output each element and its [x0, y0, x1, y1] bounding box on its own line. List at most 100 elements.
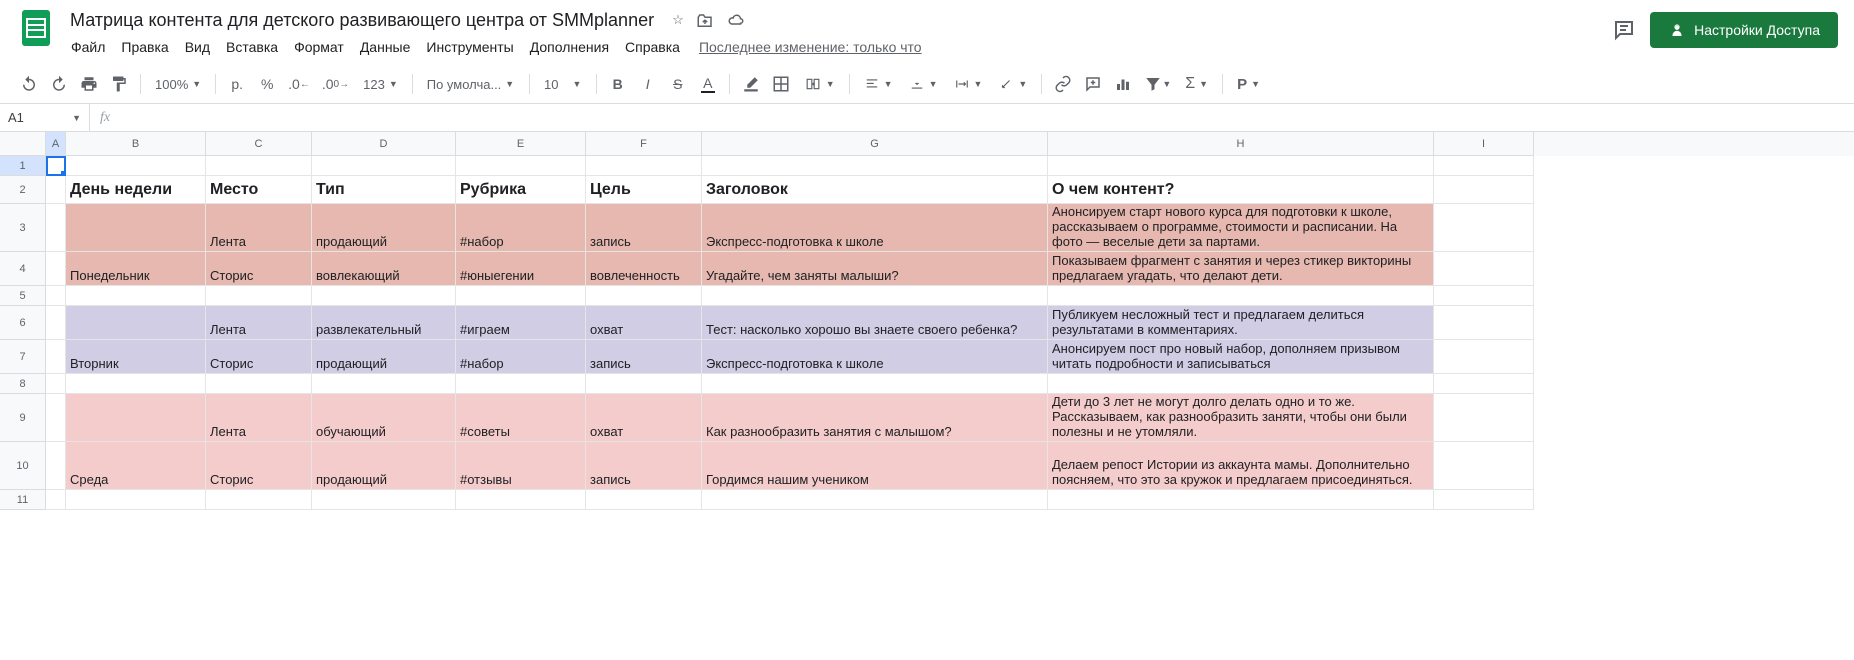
menu-вид[interactable]: Вид	[178, 35, 217, 59]
borders-button[interactable]	[768, 71, 794, 97]
cell-I4[interactable]	[1434, 252, 1534, 286]
move-icon[interactable]	[696, 12, 714, 30]
formula-bar[interactable]	[120, 104, 1854, 131]
cell-F8[interactable]	[586, 374, 702, 394]
share-button[interactable]: Настройки Доступа	[1650, 12, 1838, 48]
cell-I11[interactable]	[1434, 490, 1534, 510]
row-header-6[interactable]: 6	[0, 306, 46, 340]
cell-E4[interactable]: #юныегении	[456, 252, 586, 286]
cell-G2[interactable]: Заголовок	[702, 176, 1048, 204]
cell-D6[interactable]: развлекательный	[312, 306, 456, 340]
cell-G10[interactable]: Гордимся нашим учеником	[702, 442, 1048, 490]
row-header-7[interactable]: 7	[0, 340, 46, 374]
col-header-G[interactable]: G	[702, 132, 1048, 156]
cell-A11[interactable]	[46, 490, 66, 510]
link-button[interactable]	[1050, 71, 1076, 97]
row-header-8[interactable]: 8	[0, 374, 46, 394]
cloud-icon[interactable]	[726, 12, 746, 30]
cell-C5[interactable]	[206, 286, 312, 306]
cell-B9[interactable]	[66, 394, 206, 442]
cell-G4[interactable]: Угадайте, чем заняты малыши?	[702, 252, 1048, 286]
print-button[interactable]	[76, 71, 102, 97]
cell-G1[interactable]	[702, 156, 1048, 176]
cell-I10[interactable]	[1434, 442, 1534, 490]
cell-A10[interactable]	[46, 442, 66, 490]
font-select[interactable]: По умолча...▼	[421, 71, 521, 97]
cell-E2[interactable]: Рубрика	[456, 176, 586, 204]
cell-F7[interactable]: запись	[586, 340, 702, 374]
menu-правка[interactable]: Правка	[114, 35, 175, 59]
cell-G6[interactable]: Тест: насколько хорошо вы знаете своего …	[702, 306, 1048, 340]
cell-C10[interactable]: Сторис	[206, 442, 312, 490]
name-box[interactable]: A1▼	[0, 104, 90, 131]
cell-H6[interactable]: Публикуем несложный тест и предлагаем де…	[1048, 306, 1434, 340]
cell-D5[interactable]	[312, 286, 456, 306]
fill-color-button[interactable]	[738, 71, 764, 97]
menu-справка[interactable]: Справка	[618, 35, 687, 59]
cell-D8[interactable]	[312, 374, 456, 394]
cell-D9[interactable]: обучающий	[312, 394, 456, 442]
comment-button[interactable]	[1080, 71, 1106, 97]
merge-button[interactable]: ▼	[798, 71, 841, 97]
menu-файл[interactable]: Файл	[64, 35, 112, 59]
zoom-select[interactable]: 100%▼	[149, 71, 207, 97]
col-header-A[interactable]: A	[46, 132, 66, 156]
cell-G8[interactable]	[702, 374, 1048, 394]
cell-C4[interactable]: Сторис	[206, 252, 312, 286]
col-header-C[interactable]: C	[206, 132, 312, 156]
cell-H10[interactable]: Делаем репост Истории из аккаунта мамы. …	[1048, 442, 1434, 490]
cell-D3[interactable]: продающий	[312, 204, 456, 252]
cell-E1[interactable]	[456, 156, 586, 176]
redo-button[interactable]	[46, 71, 72, 97]
cell-E7[interactable]: #набор	[456, 340, 586, 374]
cell-G5[interactable]	[702, 286, 1048, 306]
text-color-button[interactable]: A	[695, 71, 721, 97]
cell-C9[interactable]: Лента	[206, 394, 312, 442]
cell-H4[interactable]: Показываем фрагмент с занятия и через ст…	[1048, 252, 1434, 286]
cell-G11[interactable]	[702, 490, 1048, 510]
row-header-5[interactable]: 5	[0, 286, 46, 306]
col-header-F[interactable]: F	[586, 132, 702, 156]
wrap-button[interactable]: ▼	[948, 71, 989, 97]
cell-E11[interactable]	[456, 490, 586, 510]
menu-вставка[interactable]: Вставка	[219, 35, 285, 59]
cell-E3[interactable]: #набор	[456, 204, 586, 252]
cell-D10[interactable]: продающий	[312, 442, 456, 490]
decrease-decimal-button[interactable]: .0←	[284, 71, 314, 97]
cell-C8[interactable]	[206, 374, 312, 394]
cell-B5[interactable]	[66, 286, 206, 306]
cell-H7[interactable]: Анонсируем пост про новый набор, дополня…	[1048, 340, 1434, 374]
undo-button[interactable]	[16, 71, 42, 97]
cell-F9[interactable]: охват	[586, 394, 702, 442]
cell-D1[interactable]	[312, 156, 456, 176]
cell-F6[interactable]: охват	[586, 306, 702, 340]
cell-H1[interactable]	[1048, 156, 1434, 176]
cell-F5[interactable]	[586, 286, 702, 306]
cell-C3[interactable]: Лента	[206, 204, 312, 252]
cell-B8[interactable]	[66, 374, 206, 394]
cell-A3[interactable]	[46, 204, 66, 252]
menu-формат[interactable]: Формат	[287, 35, 351, 59]
cell-A4[interactable]	[46, 252, 66, 286]
cell-A8[interactable]	[46, 374, 66, 394]
percent-button[interactable]: %	[254, 71, 280, 97]
cell-I6[interactable]	[1434, 306, 1534, 340]
cell-D2[interactable]: Тип	[312, 176, 456, 204]
cell-F2[interactable]: Цель	[586, 176, 702, 204]
cell-D4[interactable]: вовлекающий	[312, 252, 456, 286]
valign-button[interactable]: ▼	[903, 71, 944, 97]
bold-button[interactable]: B	[605, 71, 631, 97]
cell-A1[interactable]	[46, 156, 66, 176]
col-header-E[interactable]: E	[456, 132, 586, 156]
rotate-button[interactable]: ▼	[992, 71, 1033, 97]
halign-button[interactable]: ▼	[858, 71, 899, 97]
cell-F10[interactable]: запись	[586, 442, 702, 490]
menu-данные[interactable]: Данные	[353, 35, 418, 59]
cell-I9[interactable]	[1434, 394, 1534, 442]
cell-F11[interactable]	[586, 490, 702, 510]
cell-H2[interactable]: О чем контент?	[1048, 176, 1434, 204]
row-header-4[interactable]: 4	[0, 252, 46, 286]
cell-I3[interactable]	[1434, 204, 1534, 252]
cell-B6[interactable]	[66, 306, 206, 340]
cell-H9[interactable]: Дети до 3 лет не могут долго делать одно…	[1048, 394, 1434, 442]
